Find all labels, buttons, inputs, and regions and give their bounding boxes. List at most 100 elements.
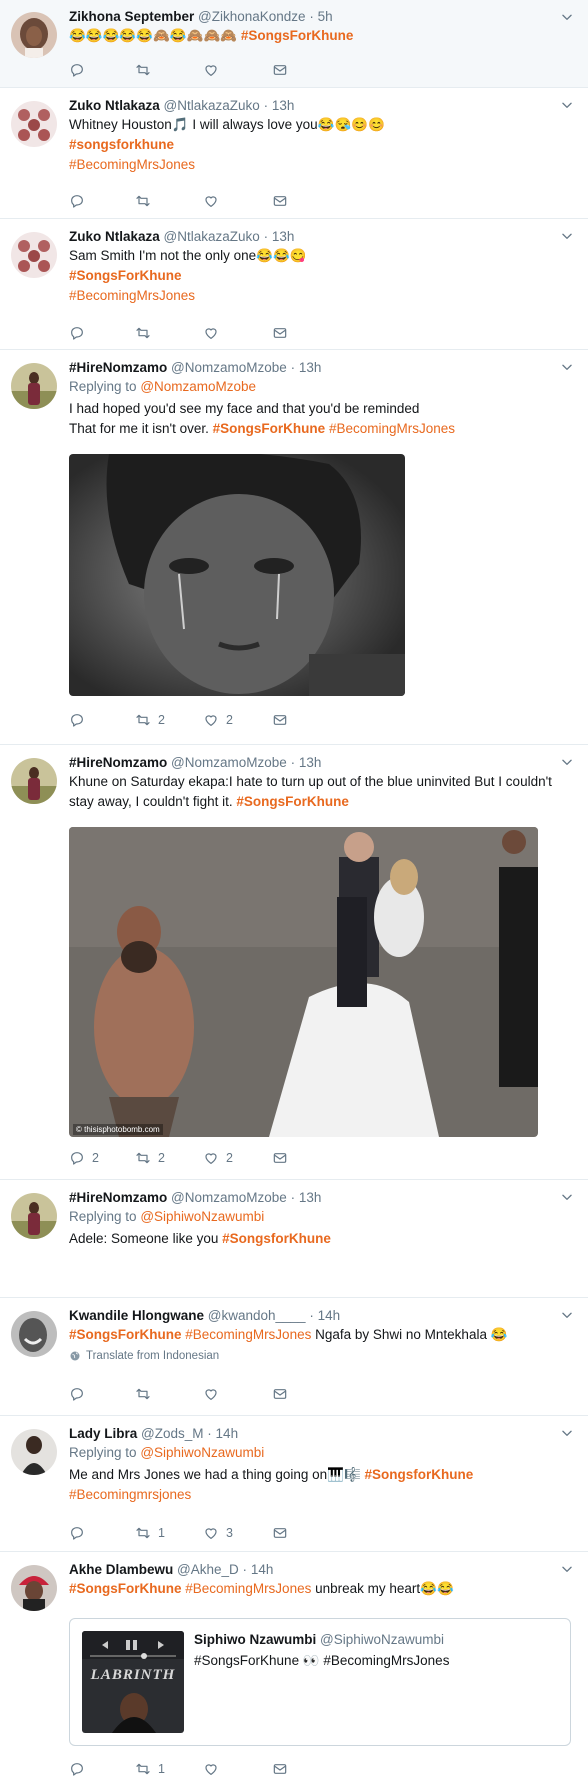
avatar[interactable] <box>11 12 57 58</box>
timestamp[interactable]: 13h <box>299 755 322 770</box>
hashtag-link[interactable]: #SongsforKhune <box>365 1467 474 1482</box>
chevron-down-icon[interactable] <box>560 360 574 374</box>
like-button[interactable] <box>203 1759 219 1779</box>
tweet-photo[interactable]: © thisisphotobomb.com <box>69 827 538 1137</box>
hashtag-link[interactable]: #BecomingMrsJones <box>185 1581 311 1596</box>
direct-message-button[interactable] <box>272 1148 288 1168</box>
hashtag-link[interactable]: #SongsforKhune <box>222 1231 331 1246</box>
like-button[interactable] <box>203 60 219 80</box>
tweet[interactable]: Zuko Ntlakaza @NtlakazaZuko · 13h Whitne… <box>0 88 588 219</box>
retweet-button[interactable] <box>135 1384 151 1404</box>
hashtag-link[interactable]: #SongsForKhune <box>241 28 354 43</box>
like-button[interactable]: 3 <box>203 1523 233 1543</box>
retweet-button[interactable]: 2 <box>135 1148 165 1168</box>
avatar[interactable] <box>11 363 57 409</box>
avatar[interactable] <box>11 232 57 278</box>
display-name[interactable]: Kwandile Hlongwane <box>69 1308 204 1323</box>
like-button[interactable]: 2 <box>203 1148 233 1168</box>
avatar[interactable] <box>11 1193 57 1239</box>
retweet-button[interactable] <box>135 323 151 343</box>
chevron-down-icon[interactable] <box>560 1190 574 1204</box>
timestamp[interactable]: 13h <box>299 1190 322 1205</box>
hashtag-link[interactable]: #BecomingMrsJones <box>185 1327 311 1342</box>
user-handle[interactable]: @Zods_M <box>141 1426 203 1441</box>
user-handle[interactable]: @NomzamoMzobe <box>171 360 287 375</box>
timestamp[interactable]: 13h <box>272 229 295 244</box>
timestamp[interactable]: 5h <box>318 9 333 24</box>
retweet-button[interactable]: 1 <box>135 1523 165 1543</box>
timestamp[interactable]: 14h <box>251 1562 274 1577</box>
reply-button[interactable] <box>69 323 85 343</box>
mention-link[interactable]: @NomzamoMzobe <box>140 379 256 394</box>
reply-button[interactable] <box>69 191 85 211</box>
tweet[interactable]: Zikhona September @ZikhonaKondze · 5h 😂😂… <box>0 0 588 88</box>
retweet-button[interactable] <box>135 60 151 80</box>
tweet[interactable]: Kwandile Hlongwane @kwandoh____ · 14h #S… <box>0 1298 588 1416</box>
avatar[interactable] <box>11 101 57 147</box>
reply-button[interactable] <box>69 1759 85 1779</box>
tweet[interactable]: Akhe Dlambewu @Akhe_D · 14h #SongsForKhu… <box>0 1552 588 1788</box>
tweet-photo[interactable] <box>69 454 405 696</box>
chevron-down-icon[interactable] <box>560 755 574 769</box>
user-handle[interactable]: @NtlakazaZuko <box>164 229 260 244</box>
display-name[interactable]: Zikhona September <box>69 9 194 24</box>
display-name[interactable]: #HireNomzamo <box>69 755 167 770</box>
hashtag-link[interactable]: #SongsForKhune <box>236 794 349 809</box>
hashtag-link[interactable]: #SongsForKhune <box>69 268 182 283</box>
quoted-media[interactable]: LABRINTH <box>82 1631 184 1733</box>
chevron-down-icon[interactable] <box>560 98 574 112</box>
user-handle[interactable]: @ZikhonaKondze <box>198 9 306 24</box>
display-name[interactable]: #HireNomzamo <box>69 360 167 375</box>
user-handle[interactable]: @NomzamoMzobe <box>171 755 287 770</box>
timestamp[interactable]: 14h <box>216 1426 239 1441</box>
avatar[interactable] <box>11 1565 57 1611</box>
tweet[interactable]: Zuko Ntlakaza @NtlakazaZuko · 13h Sam Sm… <box>0 219 588 350</box>
quoted-display-name[interactable]: Siphiwo Nzawumbi <box>194 1632 316 1647</box>
direct-message-button[interactable] <box>272 1523 288 1543</box>
hashtag-link[interactable]: #Becomingmrsjones <box>69 1487 191 1502</box>
timestamp[interactable]: 13h <box>272 98 295 113</box>
direct-message-button[interactable] <box>272 710 288 730</box>
retweet-button[interactable]: 1 <box>135 1759 165 1779</box>
timestamp[interactable]: 14h <box>318 1308 341 1323</box>
chevron-down-icon[interactable] <box>560 229 574 243</box>
hashtag-link[interactable]: #SongsForKhune <box>69 1581 182 1596</box>
avatar[interactable] <box>11 1429 57 1475</box>
timestamp[interactable]: 13h <box>299 360 322 375</box>
like-button[interactable] <box>203 323 219 343</box>
display-name[interactable]: Zuko Ntlakaza <box>69 229 160 244</box>
reply-button[interactable]: 2 <box>69 1148 99 1168</box>
retweet-button[interactable]: 2 <box>135 710 165 730</box>
display-name[interactable]: Akhe Dlambewu <box>69 1562 173 1577</box>
like-button[interactable] <box>203 191 219 211</box>
like-button[interactable]: 2 <box>203 710 233 730</box>
hashtag-link[interactable]: #songsforkhune <box>69 137 174 152</box>
direct-message-button[interactable] <box>272 191 288 211</box>
reply-button[interactable] <box>69 60 85 80</box>
translate-link[interactable]: Translate from Indonesian <box>69 1350 572 1362</box>
direct-message-button[interactable] <box>272 1759 288 1779</box>
hashtag-link[interactable]: #BecomingMrsJones <box>69 157 195 172</box>
quoted-tweet[interactable]: LABRINTH Siphiwo Nzawumbi @SiphiwoNzawum… <box>69 1618 571 1746</box>
tweet[interactable]: #HireNomzamo @NomzamoMzobe · 13h Khune o… <box>0 745 588 1180</box>
tweet[interactable]: Lady Libra @Zods_M · 14h Replying to @Si… <box>0 1416 588 1552</box>
mention-link[interactable]: @SiphiwoNzawumbi <box>140 1445 264 1460</box>
tweet[interactable]: #HireNomzamo @NomzamoMzobe · 13h Replyin… <box>0 350 588 745</box>
user-handle[interactable]: @NtlakazaZuko <box>164 98 260 113</box>
tweet[interactable]: #HireNomzamo @NomzamoMzobe · 13h Replyin… <box>0 1180 588 1298</box>
direct-message-button[interactable] <box>272 60 288 80</box>
chevron-down-icon[interactable] <box>560 1562 574 1576</box>
like-button[interactable] <box>203 1384 219 1404</box>
user-handle[interactable]: @kwandoh____ <box>208 1308 306 1323</box>
hashtag-link[interactable]: #BecomingMrsJones <box>69 288 195 303</box>
avatar[interactable] <box>11 758 57 804</box>
retweet-button[interactable] <box>135 191 151 211</box>
hashtag-link[interactable]: #BecomingMrsJones <box>329 421 455 436</box>
reply-button[interactable] <box>69 1523 85 1543</box>
hashtag-link[interactable]: #SongsForKhune <box>213 421 326 436</box>
chevron-down-icon[interactable] <box>560 1426 574 1440</box>
reply-button[interactable] <box>69 710 85 730</box>
display-name[interactable]: Zuko Ntlakaza <box>69 98 160 113</box>
direct-message-button[interactable] <box>272 323 288 343</box>
quoted-user-handle[interactable]: @SiphiwoNzawumbi <box>320 1632 444 1647</box>
